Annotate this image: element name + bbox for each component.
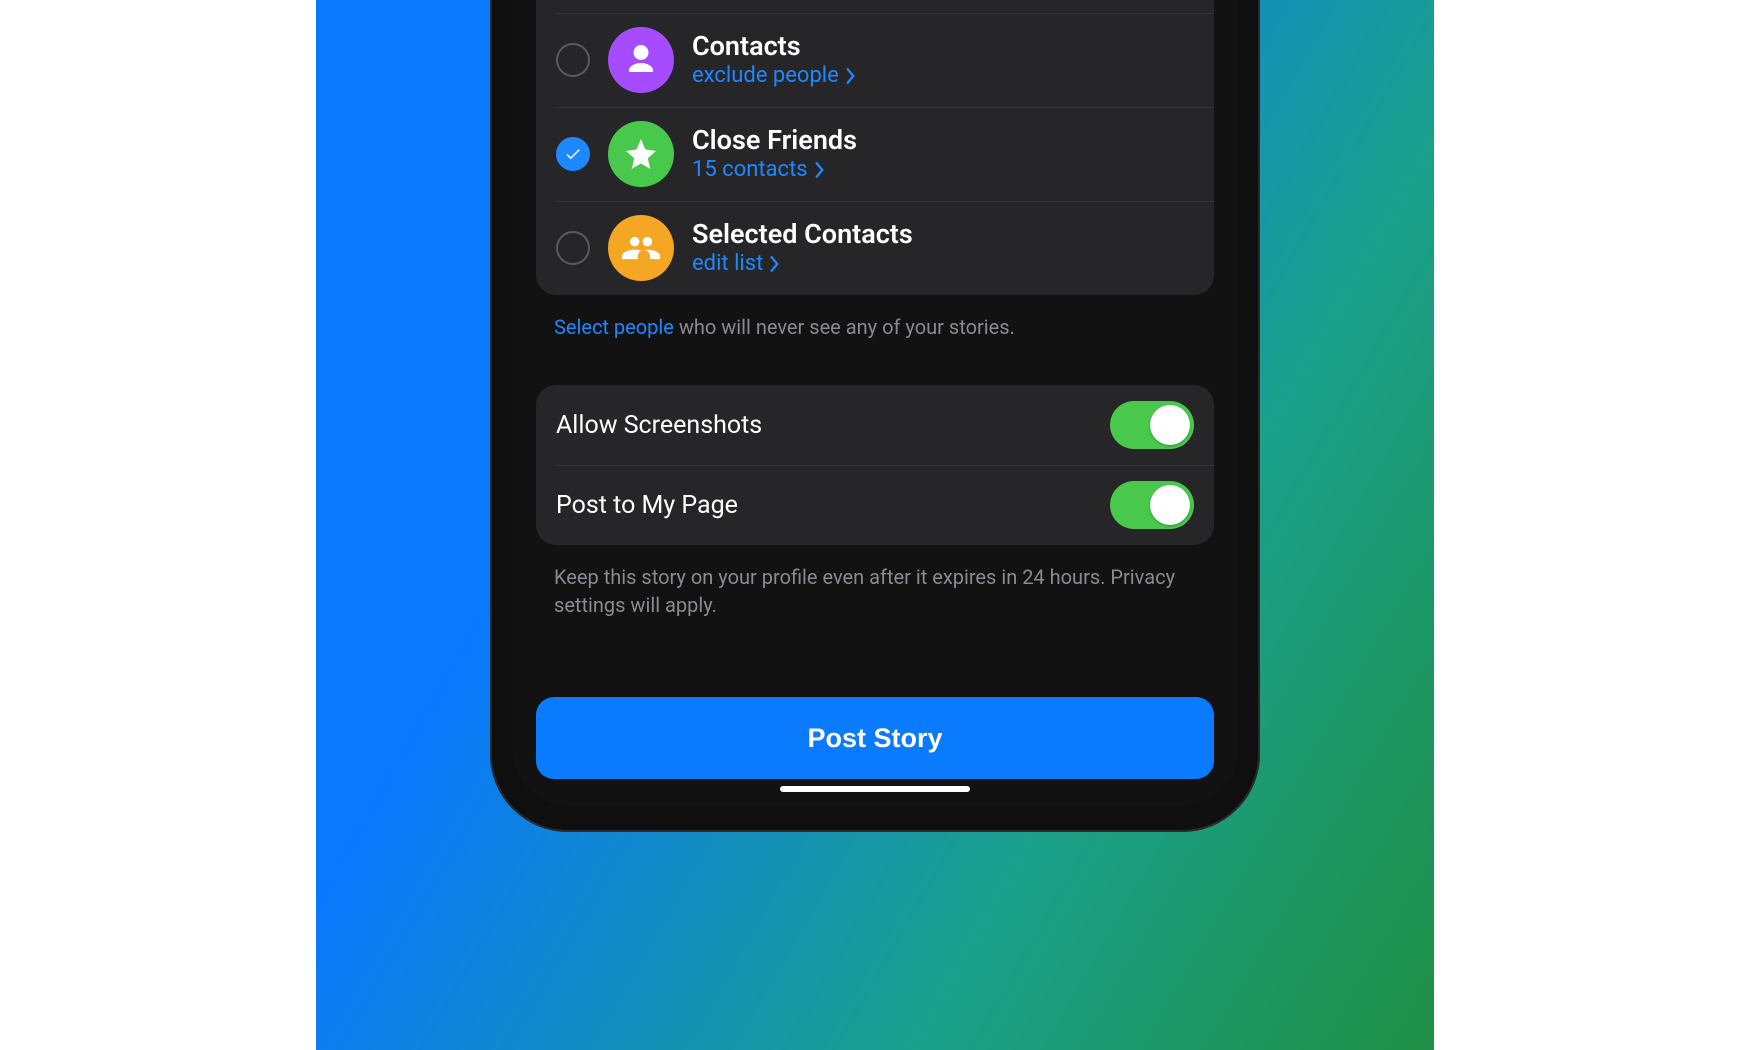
option-title: Close Friends — [692, 126, 857, 156]
promo-background: WHO CAN VIEW THIS STORY Everyone exclude… — [316, 0, 1434, 1050]
phone-screen: WHO CAN VIEW THIS STORY Everyone exclude… — [512, 0, 1238, 806]
radio-selected-contacts[interactable] — [556, 231, 590, 265]
option-contacts[interactable]: Contacts exclude people — [536, 13, 1214, 107]
group-icon — [608, 215, 674, 281]
select-people-link[interactable]: Select people — [554, 315, 674, 339]
option-title: Contacts — [692, 32, 857, 62]
exclude-people-link[interactable]: exclude people — [692, 63, 857, 88]
hint-text: who will never see any of your stories. — [674, 315, 1015, 339]
toggle-row-post-to-page: Post to My Page — [536, 465, 1214, 545]
toggle-label: Post to My Page — [556, 491, 738, 520]
radio-close-friends[interactable] — [556, 137, 590, 171]
close-friends-count-link[interactable]: 15 contacts — [692, 157, 857, 182]
option-selected-contacts[interactable]: Selected Contacts edit list — [536, 201, 1214, 295]
phone-frame: WHO CAN VIEW THIS STORY Everyone exclude… — [490, 0, 1260, 832]
chevron-right-icon — [845, 68, 857, 84]
toggle-label: Allow Screenshots — [556, 411, 762, 440]
chevron-right-icon — [814, 162, 826, 178]
chevron-right-icon — [769, 256, 781, 272]
home-indicator — [780, 786, 970, 792]
edit-list-link[interactable]: edit list — [692, 251, 913, 276]
option-close-friends[interactable]: Close Friends 15 contacts — [536, 107, 1214, 201]
visibility-options-card: Everyone exclude people — [536, 0, 1214, 295]
toggles-card: Allow Screenshots Post to My Page — [536, 385, 1214, 545]
option-title: Selected Contacts — [692, 220, 913, 250]
toggle-allow-screenshots[interactable] — [1110, 401, 1194, 449]
star-icon — [608, 121, 674, 187]
toggle-post-to-page[interactable] — [1110, 481, 1194, 529]
option-everyone[interactable]: Everyone exclude people — [536, 0, 1214, 13]
person-icon — [608, 27, 674, 93]
post-story-button[interactable]: Post Story — [536, 697, 1214, 779]
block-people-hint: Select people who will never see any of … — [536, 295, 1214, 341]
footer-hint: Keep this story on your profile even aft… — [536, 545, 1214, 619]
toggle-row-allow-screenshots: Allow Screenshots — [536, 385, 1214, 465]
radio-contacts[interactable] — [556, 43, 590, 77]
